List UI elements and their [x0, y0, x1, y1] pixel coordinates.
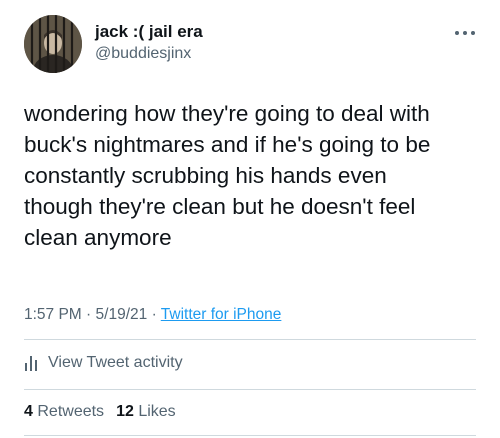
meta-separator: · — [86, 306, 92, 323]
divider — [24, 389, 476, 390]
tweet-source-link[interactable]: Twitter for iPhone — [161, 306, 282, 323]
retweets-stat[interactable]: 4 Retweets — [24, 403, 104, 421]
avatar[interactable] — [24, 15, 82, 73]
tweet-date[interactable]: 5/19/21 — [96, 306, 148, 323]
tweet-card: jack :( jail era @buddiesjinx wondering … — [0, 0, 500, 438]
likes-stat[interactable]: 12 Likes — [116, 403, 176, 421]
user-handle[interactable]: @buddiesjinx — [95, 45, 191, 63]
tweet-text: wondering how they're going to deal with… — [24, 101, 431, 250]
tweet-time[interactable]: 1:57 PM — [24, 306, 82, 323]
profile-photo-icon — [24, 15, 82, 73]
divider — [24, 435, 476, 436]
tweet-stats: 4 Retweets 12 Likes — [24, 403, 176, 421]
display-name[interactable]: jack :( jail era — [95, 22, 203, 42]
more-dot — [455, 31, 459, 35]
analytics-bars-icon — [25, 356, 37, 371]
tweet-meta: 1:57 PM · 5/19/21 · Twitter for iPhone — [24, 306, 281, 324]
likes-label: Likes — [138, 403, 176, 420]
likes-count: 12 — [116, 403, 134, 420]
view-tweet-activity-button[interactable]: View Tweet activity — [24, 352, 183, 374]
divider — [24, 339, 476, 340]
more-dot — [463, 31, 467, 35]
retweets-count: 4 — [24, 403, 33, 420]
meta-separator: · — [151, 306, 157, 323]
more-dot — [471, 31, 475, 35]
more-options-icon[interactable] — [452, 26, 478, 40]
activity-label: View Tweet activity — [48, 354, 183, 371]
retweets-label: Retweets — [37, 403, 105, 420]
